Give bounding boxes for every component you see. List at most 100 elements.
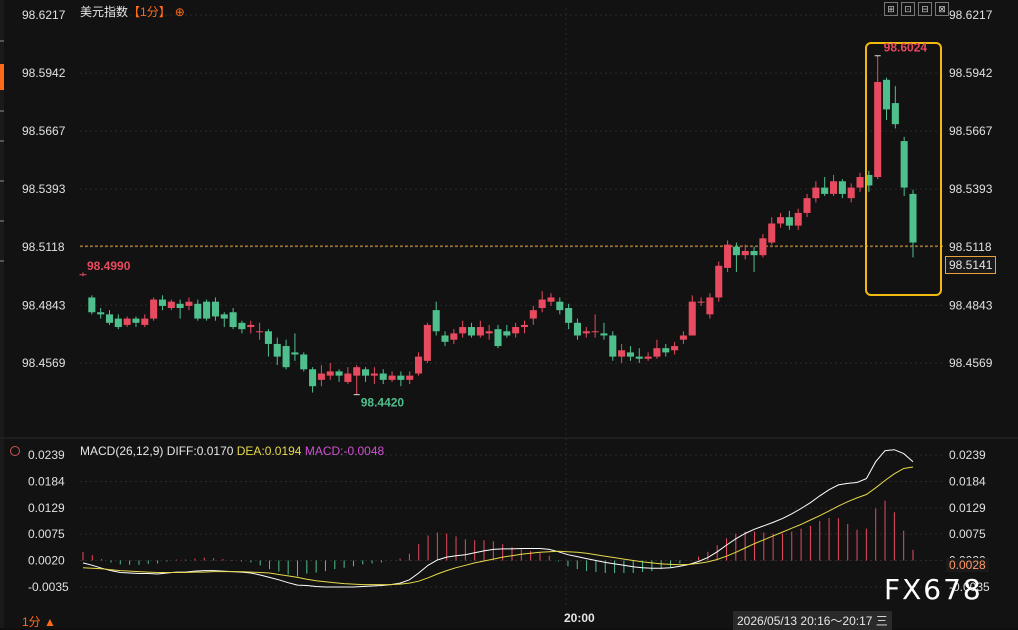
candle-body (573, 322, 581, 336)
price-axis-label-right: 98.4843 (949, 298, 993, 312)
candle-body (671, 346, 679, 351)
zoom-icon[interactable]: ⊞ (884, 2, 898, 16)
candle-body (609, 335, 617, 357)
candle-body (821, 187, 829, 194)
candle-body (503, 331, 511, 336)
candle-body (335, 371, 343, 376)
macd-axis-label-left: 0.0129 (28, 501, 65, 515)
price-axis-label-left: 98.5667 (22, 124, 66, 138)
crosshair-time-range: 2026/05/13 20:16～20:17 三 (733, 611, 892, 630)
candle-body (476, 327, 484, 336)
candle-body (397, 375, 405, 380)
macd-axis-label-left: 0.0075 (28, 527, 65, 541)
candle-body (812, 187, 820, 199)
candle-body (97, 312, 105, 315)
macd-legend: MACD(26,12,9) DIFF:0.0170 DEA:0.0194 MAC… (80, 444, 384, 458)
layout-icon[interactable]: ⊠ (935, 2, 949, 16)
candle-body (618, 350, 626, 357)
candle-body (238, 322, 246, 330)
candle-body (547, 297, 555, 302)
candle-body (582, 331, 590, 334)
macd-axis-label-left: 0.0239 (28, 448, 65, 462)
candle-body (141, 318, 149, 325)
candle-body (123, 318, 131, 325)
candle-body (273, 343, 281, 357)
candle-body (724, 244, 732, 268)
candle-body (317, 373, 325, 380)
candle-body (882, 79, 891, 110)
high-label: 98.6024 (884, 41, 928, 55)
watermark: FX678 (884, 573, 983, 606)
candle-body (300, 354, 308, 370)
candle-body (441, 335, 449, 342)
left-label: 98.4990 (87, 259, 131, 273)
candle-body (706, 297, 714, 315)
period-badge[interactable]: 【1分】 (128, 5, 171, 19)
candle-body (415, 356, 423, 374)
candle-body (309, 369, 317, 387)
candle-body (785, 217, 793, 226)
candle-body (114, 318, 122, 328)
candle-body (600, 333, 608, 336)
settings-icon[interactable]: ⊕ (175, 5, 185, 19)
candle-body (565, 308, 573, 323)
macd-value: MACD:-0.0048 (304, 444, 385, 458)
macd-series-line (82, 466, 914, 586)
candle-body (370, 373, 378, 376)
macd-name: MACD(26,12,9) (80, 444, 164, 458)
candle-body (88, 297, 96, 313)
candle-body (741, 250, 749, 256)
price-axis-label-left: 98.6217 (22, 8, 66, 22)
candle-body (176, 303, 184, 309)
price-axis-label-right: 98.5942 (949, 66, 993, 80)
indicator-toggle-icon[interactable] (10, 446, 20, 456)
macd-series-line (82, 449, 914, 588)
last-price-badge: 98.5141 (945, 256, 997, 274)
symbol-name: 美元指数 (80, 5, 129, 19)
chart-canvas[interactable]: 98.6217 98.6217 98.5942 98.5942 98.5667 98.56… (0, 0, 1018, 628)
candle-body (794, 212, 802, 226)
candle-body (388, 375, 396, 380)
candle-body (379, 373, 387, 380)
candle-body (715, 265, 723, 298)
candle-body (150, 299, 158, 319)
macd-axis-label-left: -0.0035 (28, 580, 69, 594)
candle-body (556, 301, 564, 311)
candle-body (891, 103, 899, 125)
candle-body (635, 356, 643, 359)
candle-body (194, 303, 202, 319)
candle-body (653, 348, 661, 357)
candle-body (105, 314, 114, 323)
price-axis-label-right: 98.6217 (949, 8, 993, 22)
candle-body (777, 217, 785, 224)
candle-body (847, 187, 855, 199)
candle-body (591, 331, 599, 333)
candle-body (132, 318, 140, 323)
price-axis-label-right: 98.5393 (949, 182, 993, 196)
candle-body (158, 299, 166, 306)
candle-body (282, 346, 290, 368)
candle-body (264, 331, 272, 344)
candle-body (679, 335, 687, 340)
candle-body (247, 324, 255, 328)
time-axis-label: 20:00 (564, 611, 595, 625)
candle-body (353, 367, 361, 376)
candle-body (291, 352, 299, 355)
chart-window: 98.6217 98.6217 98.5942 98.5942 98.5667 98.56… (0, 0, 1018, 630)
candle-body (732, 246, 740, 256)
split-icon[interactable]: ⊟ (918, 2, 932, 16)
price-axis-label-left: 98.5942 (22, 66, 66, 80)
period-selector[interactable]: 1分 ▲ (22, 613, 56, 630)
candle-body (644, 356, 652, 359)
candle-body (203, 301, 211, 319)
macd-dea: DEA:0.0194 (236, 444, 302, 458)
candle-body (467, 327, 476, 336)
candle-body (450, 333, 458, 340)
price-axis-label-right: 98.5118 (949, 240, 992, 254)
candle-body (900, 141, 908, 188)
price-axis-label-right: 98.5667 (949, 124, 993, 138)
fit-icon[interactable]: ⊡ (901, 2, 915, 16)
candle-body (406, 375, 414, 380)
candle-body (362, 369, 370, 376)
price-axis-label-left: 98.4843 (22, 298, 66, 312)
